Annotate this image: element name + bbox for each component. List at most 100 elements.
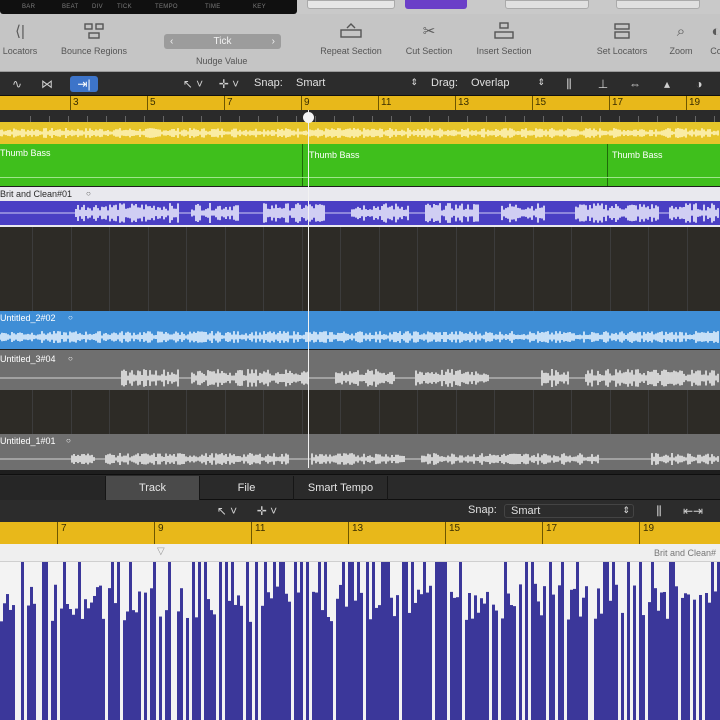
top-field-2[interactable]	[616, 0, 700, 9]
waveform-column	[84, 599, 87, 720]
drag-select[interactable]: Overlap ⇕	[471, 77, 547, 91]
ruler-tick	[542, 522, 543, 544]
waveform-column	[423, 562, 426, 720]
track-lane-brit-and-clean[interactable]: Brit and Clean#01 ○	[0, 187, 720, 227]
marquee-tool-icon[interactable]: ✛ ˅	[214, 76, 244, 92]
waveform-column	[42, 562, 45, 720]
waveform-column	[369, 619, 372, 720]
waveform-column	[276, 586, 279, 720]
chevron-left-icon[interactable]: ‹	[170, 36, 173, 47]
catch-playhead-icon[interactable]: ⇥|	[70, 76, 98, 92]
region-name: Thumb Bass	[0, 148, 51, 158]
playhead-marker-icon[interactable]: ▽	[157, 546, 165, 557]
select-arrows-icon: ⇕	[537, 77, 545, 87]
insert-section-button[interactable]: Insert Section	[470, 16, 538, 56]
nudge-value-label: Nudge Value	[196, 56, 248, 66]
insert-section-label: Insert Section	[476, 46, 532, 56]
top-toggle-button[interactable]	[307, 0, 395, 9]
bar-ruler[interactable]: 3 5 7 9 11 13 15 17 19	[0, 96, 720, 110]
flex-icon[interactable]: ⋈	[36, 76, 58, 92]
waveform-column	[162, 562, 165, 720]
colors-button[interactable]: ◐ Co	[706, 16, 720, 57]
waveform-column	[210, 610, 213, 720]
fit-horizontal-icon[interactable]: ⇤⇥	[680, 503, 706, 519]
repeat-section-button[interactable]: Repeat Section	[316, 16, 386, 56]
waveform-column	[240, 605, 243, 720]
tab-file[interactable]: File	[200, 476, 294, 500]
snap-select[interactable]: Smart ⇕	[296, 77, 420, 91]
set-locators-button[interactable]: Set Locators	[590, 16, 654, 56]
track-lane-empty-2[interactable]	[0, 390, 720, 434]
waveform-column	[228, 600, 231, 720]
editor-waveform[interactable]	[0, 562, 720, 720]
waveform-column	[315, 592, 318, 720]
waveform-column	[255, 562, 258, 720]
ruler-tick	[224, 96, 225, 110]
waveform-column	[348, 562, 351, 720]
ruler-bar-number: 19	[643, 523, 655, 534]
track-lane-untitled-3[interactable]: Untitled_3#04 ○	[0, 350, 720, 390]
waveform-column	[696, 600, 699, 720]
waveform-column	[78, 562, 81, 720]
track-lane-untitled-2[interactable]: Untitled_2#02 ○	[0, 311, 720, 349]
waveform-column	[603, 562, 606, 720]
track-lane-thumb-bass[interactable]: Thumb Bass Thumb Bass Thumb Bass	[0, 144, 720, 186]
purple-mode-button[interactable]	[405, 0, 467, 9]
fit-vertical-icon[interactable]: ⊥	[592, 76, 614, 92]
grid-line	[455, 227, 457, 311]
nudge-value-stepper[interactable]: ‹ Tick ›	[164, 34, 281, 49]
ruler-bar-number: 11	[255, 523, 266, 534]
track-lane-untitled-1[interactable]: Untitled_1#01 ○	[0, 434, 720, 470]
metronome-icon[interactable]: ◑	[688, 76, 710, 92]
waveform-column	[366, 562, 369, 720]
locators-button[interactable]: ⟨| Locators	[0, 16, 40, 56]
locators-label: Locators	[2, 46, 38, 56]
grid-line	[340, 390, 341, 434]
grid-line	[686, 227, 688, 311]
waveform-column	[177, 611, 180, 720]
waveform-column	[441, 562, 444, 720]
marquee-tool-icon[interactable]: ✛ ˅	[252, 503, 282, 519]
waveform-column	[522, 562, 525, 720]
pointer-tool-icon[interactable]: ↖ ˅	[212, 503, 242, 519]
waveform-column	[339, 584, 342, 720]
playhead[interactable]	[308, 110, 309, 468]
waveform-column	[354, 600, 357, 720]
automation-curve-icon[interactable]: ∿	[4, 76, 30, 92]
waveform-column	[63, 562, 66, 720]
waveform-column	[87, 608, 90, 720]
waveform-column	[714, 591, 717, 720]
track-lane-yellow[interactable]	[0, 122, 720, 144]
chevron-right-icon[interactable]: ›	[272, 36, 275, 47]
grid-line	[70, 390, 72, 434]
top-field[interactable]	[505, 0, 589, 9]
waveform-column	[429, 585, 432, 720]
editor-bar-ruler[interactable]: 7 9 11 13 15 17 19	[0, 522, 720, 544]
grid-line	[109, 227, 110, 311]
waveform-column	[516, 562, 519, 720]
playhead-handle[interactable]	[303, 112, 314, 123]
waveform-column	[237, 595, 240, 720]
pointer-tool-icon[interactable]: ↖ ˅	[178, 76, 208, 92]
region-name: Untitled_1#01	[0, 436, 56, 446]
lcd-display[interactable]: BAR BEAT DIV TICK TEMPO TIME KEY	[0, 0, 297, 14]
waveform-zoom-icon[interactable]: ⫼	[646, 503, 672, 519]
tuner-icon[interactable]: ▴	[656, 76, 678, 92]
tab-smart-tempo[interactable]: Smart Tempo	[294, 476, 388, 500]
zoom-button[interactable]: ⌕ Zoom	[666, 16, 696, 57]
fit-horizontal-icon[interactable]: ⇔	[624, 76, 646, 92]
region-name: Brit and Clean#01	[0, 189, 73, 199]
waveform-zoom-icon[interactable]: ⫼	[556, 76, 582, 92]
ruler-tick	[378, 96, 379, 110]
tab-track[interactable]: Track	[106, 476, 200, 500]
waveform-column	[219, 562, 222, 720]
waveform-column	[9, 609, 12, 720]
waveform-column	[567, 619, 570, 720]
waveform-column	[111, 562, 114, 720]
bounce-regions-button[interactable]: Bounce Regions	[56, 16, 132, 56]
loop-circle-icon: ○	[68, 313, 73, 322]
track-lane-empty[interactable]	[0, 227, 720, 311]
cut-section-button[interactable]: ✂ Cut Section	[400, 16, 458, 56]
ruler-bar-number: 17	[612, 97, 624, 108]
editor-snap-select[interactable]: Smart ⇕	[504, 504, 634, 518]
